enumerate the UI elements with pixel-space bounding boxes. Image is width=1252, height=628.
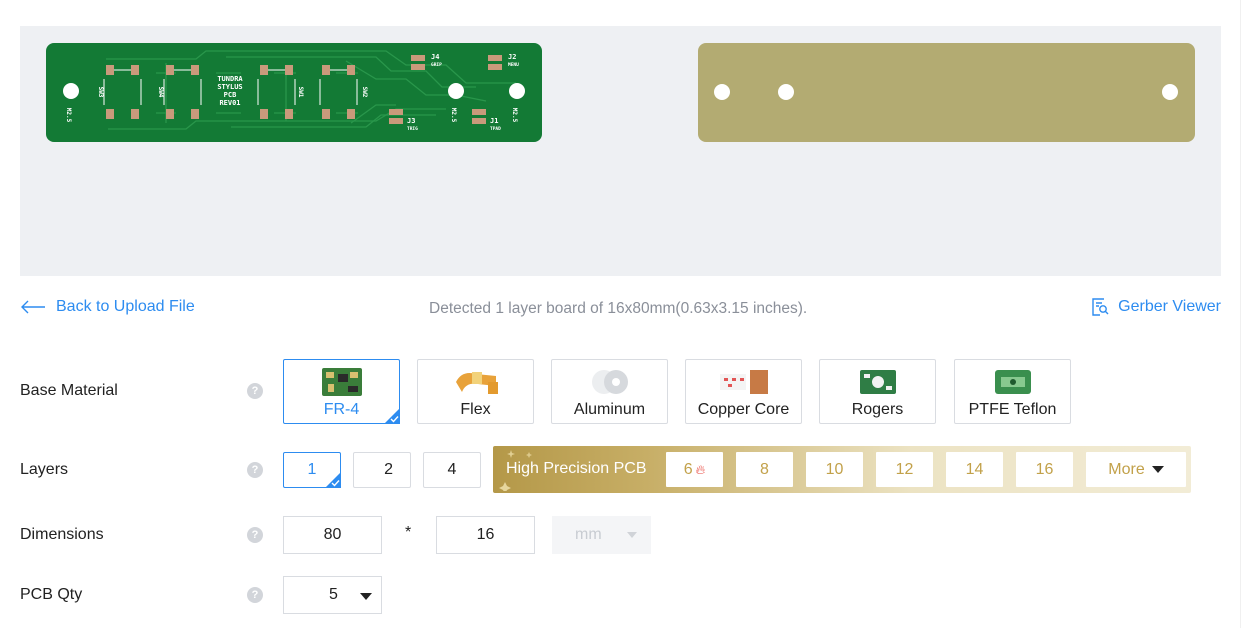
layer-option-1[interactable]: 1 bbox=[283, 452, 341, 488]
hot-flame-icon: 🔥︎ bbox=[695, 462, 706, 477]
aluminum-board-icon bbox=[591, 370, 628, 394]
layer-option-8-label: 8 bbox=[760, 461, 769, 478]
more-layers-dropdown[interactable]: More bbox=[1086, 452, 1186, 487]
material-option-ptfe-teflon[interactable]: PTFE Teflon bbox=[954, 359, 1071, 424]
material-label-ptfe-teflon: PTFE Teflon bbox=[968, 401, 1057, 418]
back-to-upload-label: Back to Upload File bbox=[56, 298, 195, 315]
layers-help-icon[interactable]: ? bbox=[247, 462, 263, 478]
gerber-viewer-link[interactable]: Gerber Viewer bbox=[1091, 298, 1221, 316]
material-label-rogers: Rogers bbox=[851, 401, 904, 418]
back-to-upload-link[interactable]: Back to Upload File bbox=[20, 298, 195, 316]
layers-label: Layers bbox=[20, 461, 69, 478]
base-material-help-icon[interactable]: ? bbox=[247, 383, 263, 399]
pcb-qty-label: PCB Qty bbox=[20, 586, 83, 603]
layer-option-16-label: 16 bbox=[1035, 461, 1054, 478]
material-option-fr4[interactable]: FR-4 bbox=[283, 359, 400, 424]
gerber-viewer-label: Gerber Viewer bbox=[1118, 298, 1221, 315]
connector-ref-j3: J3 bbox=[407, 117, 415, 125]
mount-label-3: M2.5 bbox=[511, 108, 518, 123]
material-option-copper-core[interactable]: Copper Core bbox=[685, 359, 802, 424]
layer-option-14-label: 14 bbox=[965, 461, 984, 478]
mount-label-1: M2.5 bbox=[65, 108, 72, 123]
material-option-rogers[interactable]: Rogers bbox=[819, 359, 936, 424]
board-info-bar: Back to Upload File Detected 1 layer boa… bbox=[20, 296, 1221, 322]
layer-option-12-label: 12 bbox=[895, 461, 914, 478]
switch-label-sw4: SW4 bbox=[157, 87, 164, 98]
layer-option-6[interactable]: 6 🔥︎ bbox=[666, 452, 723, 487]
connector-ref-j4: J4 bbox=[431, 53, 439, 61]
pcb-qty-select[interactable]: 5 bbox=[283, 576, 382, 614]
layer-option-2-label: 2 bbox=[384, 461, 393, 478]
pcb-qty-value: 5 bbox=[329, 586, 338, 603]
connector-name-grip: GRIP bbox=[431, 62, 442, 68]
material-label-flex: Flex bbox=[460, 401, 491, 418]
board-title-line-1: TUNDRA bbox=[217, 75, 243, 83]
caret-down-icon bbox=[360, 593, 372, 600]
detected-board-text: Detected 1 layer board of 16x80mm(0.63x3… bbox=[429, 300, 808, 317]
layer-option-12[interactable]: 12 bbox=[876, 452, 933, 487]
layer-option-4[interactable]: 4 bbox=[423, 452, 481, 488]
copper-core-board-icon bbox=[719, 370, 768, 394]
high-precision-pcb-label: High Precision PCB bbox=[506, 460, 647, 477]
switch-label-sw2: SW2 bbox=[361, 87, 368, 98]
material-label-aluminum: Aluminum bbox=[573, 401, 646, 418]
caret-down-icon bbox=[1151, 466, 1164, 474]
base-material-label: Base Material bbox=[20, 382, 118, 399]
connector-ref-j2: J2 bbox=[508, 53, 516, 61]
rogers-board-icon bbox=[859, 370, 896, 394]
more-layers-label: More bbox=[1108, 461, 1145, 478]
layer-option-10-label: 10 bbox=[825, 461, 844, 478]
layer-option-6-label: 6 bbox=[683, 461, 693, 478]
board-title-line-2: STYLUS bbox=[217, 83, 242, 91]
layer-option-4-label: 4 bbox=[447, 461, 457, 478]
material-option-flex[interactable]: Flex bbox=[417, 359, 534, 424]
connector-name-menu: MENU bbox=[508, 62, 519, 68]
dimensions-help-icon[interactable]: ? bbox=[247, 527, 263, 543]
material-label-copper-core: Copper Core bbox=[697, 401, 790, 418]
selected-check-icon bbox=[384, 408, 400, 424]
dimensions-label: Dimensions bbox=[20, 526, 104, 543]
material-label-fr4: FR-4 bbox=[323, 401, 360, 418]
pcb-qty-help-icon[interactable]: ? bbox=[247, 587, 263, 603]
mount-label-2: M2.5 bbox=[450, 108, 457, 123]
pcb-back-preview bbox=[698, 43, 1195, 142]
connector-name-trig: TRIG bbox=[407, 126, 418, 132]
dimension-separator: * bbox=[405, 524, 412, 541]
connector-name-tpad: TPAD bbox=[490, 126, 501, 132]
dimension-unit-value: mm bbox=[575, 526, 602, 543]
layer-option-14[interactable]: 14 bbox=[946, 452, 1003, 487]
layer-option-10[interactable]: 10 bbox=[806, 452, 863, 487]
selected-check-icon bbox=[325, 472, 341, 488]
layer-option-2[interactable]: 2 bbox=[353, 452, 411, 488]
material-option-aluminum[interactable]: Aluminum bbox=[551, 359, 668, 424]
gerber-viewer-icon bbox=[1092, 298, 1109, 316]
switch-label-sw1: SW1 bbox=[297, 87, 304, 98]
board-title-line-4: REV01 bbox=[219, 99, 240, 107]
layer-option-1-label: 1 bbox=[307, 461, 317, 478]
caret-down-icon bbox=[627, 532, 637, 538]
layer-option-16[interactable]: 16 bbox=[1016, 452, 1073, 487]
arrow-left-icon bbox=[21, 300, 45, 314]
high-precision-pcb-banner: High Precision PCB 6 🔥︎ 8 10 12 14 16 Mor… bbox=[493, 446, 1191, 493]
layer-option-8[interactable]: 8 bbox=[736, 452, 793, 487]
right-divider bbox=[1240, 0, 1241, 628]
pcb-front-preview: TUNDRA STYLUS PCB REV01 SW3 SW4 SW1 SW2 … bbox=[46, 43, 542, 142]
fr4-board-icon bbox=[321, 368, 362, 396]
ptfe-board-icon bbox=[994, 370, 1031, 394]
dimension-width-input[interactable]: 16 bbox=[436, 516, 535, 554]
switch-label-sw3: SW3 bbox=[97, 87, 104, 98]
dimension-length-input[interactable]: 80 bbox=[283, 516, 382, 554]
connector-ref-j1: J1 bbox=[490, 117, 498, 125]
dimension-unit-select[interactable]: mm bbox=[552, 516, 651, 554]
flex-board-icon bbox=[455, 372, 498, 394]
board-title-line-3: PCB bbox=[224, 91, 237, 99]
